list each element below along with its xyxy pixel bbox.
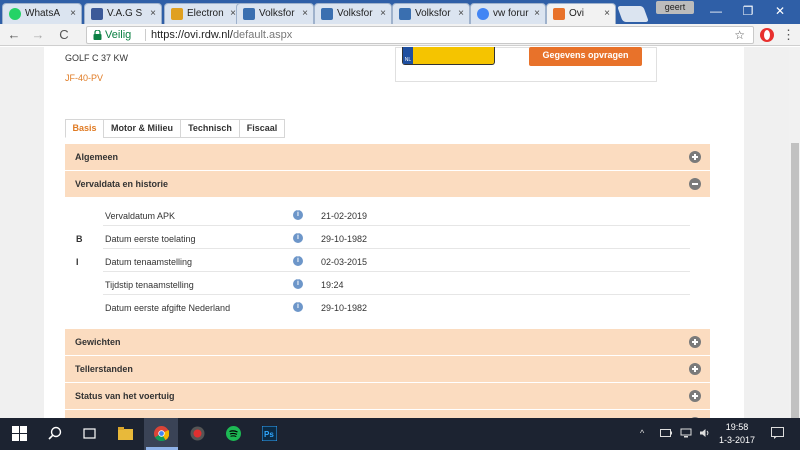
photoshop-icon: Ps	[262, 426, 277, 441]
tab-motor-milieu[interactable]: Motor & Milieu	[103, 119, 181, 138]
forward-button[interactable]: →	[30, 27, 46, 43]
detail-row: I Datum tenaamstelling i 02-03-2015	[76, 249, 690, 272]
info-icon[interactable]: i	[293, 233, 303, 243]
new-tab-button[interactable]	[617, 6, 649, 22]
notifications-icon[interactable]	[771, 427, 784, 439]
close-tab-icon[interactable]: ×	[604, 8, 610, 19]
tab-fiscaal[interactable]: Fiscaal	[239, 119, 285, 138]
forum-favicon-icon	[321, 8, 333, 20]
task-view-button[interactable]	[72, 418, 106, 450]
browser-tab-vag[interactable]: V.A.G S ×	[84, 3, 162, 24]
vehicle-model: GOLF C 37 KW	[65, 53, 129, 63]
search-icon	[48, 426, 62, 440]
volume-icon[interactable]	[699, 428, 711, 438]
google-icon	[477, 8, 489, 20]
tab-basis[interactable]: Basis	[65, 119, 104, 138]
facebook-icon	[91, 8, 103, 20]
browser-tab-electron[interactable]: Electron ×	[164, 3, 242, 24]
svg-text:Ps: Ps	[264, 430, 274, 439]
file-explorer-button[interactable]	[108, 418, 142, 450]
address-bar[interactable]: Veilig https://ovi.rdw.nl/default.aspx ☆	[86, 26, 754, 44]
lock-icon	[93, 30, 102, 40]
chrome-taskbar-button[interactable]	[144, 418, 178, 450]
spotify-button[interactable]	[216, 418, 250, 450]
info-icon[interactable]: i	[293, 279, 303, 289]
browser-tab-volksforum-3[interactable]: Volksfor ×	[392, 3, 470, 24]
reload-button[interactable]: C	[56, 27, 72, 43]
info-icon[interactable]: i	[293, 210, 303, 220]
expand-icon[interactable]	[689, 363, 701, 375]
back-button[interactable]: ←	[6, 27, 22, 43]
section-gewichten[interactable]: Gewichten	[65, 329, 710, 355]
task-view-icon	[83, 428, 96, 439]
media-app-button[interactable]	[180, 418, 214, 450]
detail-row: B Datum eerste toelating i 29-10-1982	[76, 226, 690, 249]
bookmark-star-icon[interactable]: ☆	[734, 27, 745, 43]
collapse-icon[interactable]	[689, 178, 701, 190]
search-button[interactable]	[38, 418, 72, 450]
browser-tab-strip: WhatsA × V.A.G S × Electron × Volksfor ×…	[0, 0, 800, 24]
section-vervaldata[interactable]: Vervaldata en historie	[65, 171, 710, 197]
browser-tab-google[interactable]: vw forur ×	[470, 3, 546, 24]
close-tab-icon[interactable]: ×	[70, 8, 76, 19]
forum-favicon-icon	[243, 8, 255, 20]
close-tab-icon[interactable]: ×	[534, 8, 540, 19]
chrome-icon	[154, 426, 169, 441]
taskbar-clock[interactable]: 19:58 1-3-2017	[716, 421, 758, 447]
close-tab-icon[interactable]: ×	[458, 8, 464, 19]
folder-icon	[118, 427, 133, 440]
detail-row: Vervaldatum APK i 21-02-2019	[103, 203, 690, 226]
expand-icon[interactable]	[689, 151, 701, 163]
tab-technisch[interactable]: Technisch	[180, 119, 240, 138]
url-text[interactable]: https://ovi.rdw.nl/default.aspx	[151, 27, 292, 43]
browser-tab-ovi[interactable]: Ovi ×	[546, 3, 616, 24]
profile-button[interactable]: geert	[656, 1, 694, 14]
windows-logo-icon	[12, 426, 27, 441]
info-icon[interactable]: i	[293, 302, 303, 312]
browser-tab-volksforum-2[interactable]: Volksfor ×	[314, 3, 392, 24]
vervaldata-details: Vervaldatum APK i 21-02-2019 B Datum eer…	[65, 203, 710, 329]
browser-toolbar: ← → C Veilig https://ovi.rdw.nl/default.…	[0, 24, 800, 46]
detail-row: Tijdstip tenaamstelling i 19:24	[103, 272, 690, 295]
expand-icon[interactable]	[689, 390, 701, 402]
omnibox-separator	[145, 29, 146, 41]
rdw-favicon-icon	[553, 8, 565, 20]
page-viewport: GOLF C 37 KW JF-40-PV NL Gegevens opvrag…	[0, 47, 800, 418]
vehicle-plate: JF-40-PV	[65, 73, 104, 83]
whatsapp-icon	[9, 8, 21, 20]
section-tellerstanden[interactable]: Tellerstanden	[65, 356, 710, 382]
browser-tab-whatsapp[interactable]: WhatsA ×	[2, 3, 82, 24]
battery-icon[interactable]	[660, 428, 672, 438]
browser-tab-volksforum-1[interactable]: Volksfor ×	[236, 3, 314, 24]
license-plate-input[interactable]: NL	[402, 47, 495, 65]
detail-row: Datum eerste afgifte Nederland i 29-10-1…	[105, 302, 368, 313]
close-tab-icon[interactable]: ×	[150, 8, 156, 19]
start-button[interactable]	[2, 418, 36, 450]
section-status[interactable]: Status van het voertuig	[65, 383, 710, 409]
site-favicon-icon	[171, 8, 183, 20]
request-data-button[interactable]: Gegevens opvragen	[529, 47, 642, 66]
section-algemeen[interactable]: Algemeen	[65, 144, 710, 170]
close-window-button[interactable]: ✕	[760, 0, 800, 24]
expand-icon[interactable]	[689, 336, 701, 348]
eu-flag-icon: NL	[403, 47, 413, 64]
close-tab-icon[interactable]: ×	[380, 8, 386, 19]
photoshop-button[interactable]: Ps	[252, 418, 286, 450]
windows-taskbar: Ps ^ 19:58 1-3-2017	[0, 418, 800, 450]
close-tab-icon[interactable]: ×	[302, 8, 308, 19]
opera-extension-icon[interactable]	[760, 28, 774, 42]
spotify-icon	[226, 426, 241, 441]
forum-favicon-icon	[399, 8, 411, 20]
chrome-menu-icon[interactable]: ⋮	[782, 27, 795, 43]
info-icon[interactable]: i	[293, 256, 303, 266]
secure-label: Veilig	[105, 29, 132, 41]
tray-overflow-icon[interactable]: ^	[640, 428, 644, 438]
scrollbar-thumb[interactable]	[791, 143, 799, 418]
section-next[interactable]	[65, 410, 710, 418]
media-app-icon	[190, 426, 205, 441]
network-icon[interactable]	[680, 428, 692, 438]
